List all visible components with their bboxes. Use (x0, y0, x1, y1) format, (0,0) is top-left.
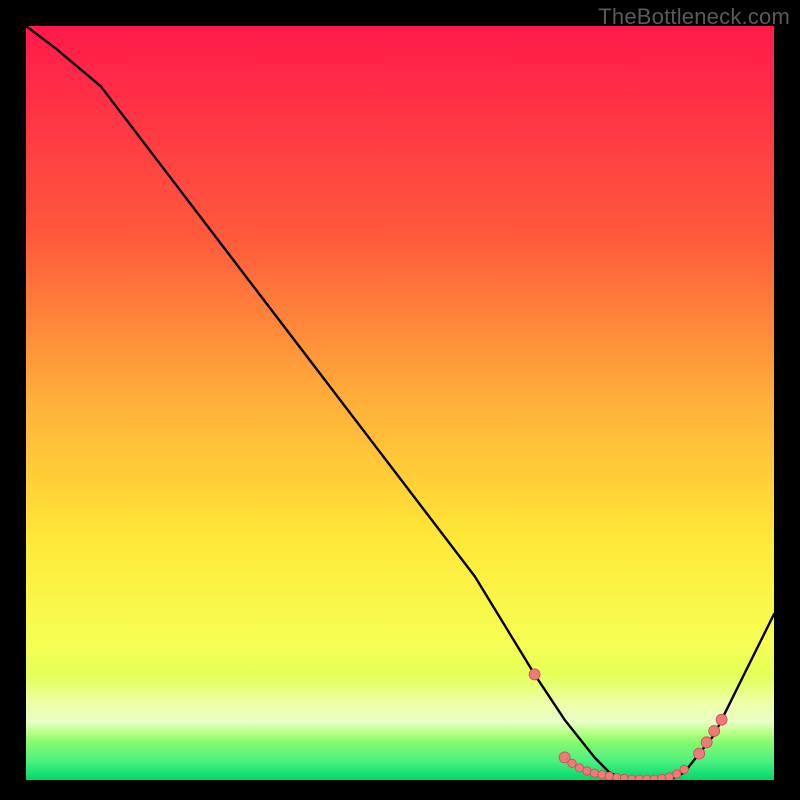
chart-frame: TheBottleneck.com (0, 0, 800, 800)
highlight-marker (650, 775, 658, 780)
highlight-marker (709, 726, 720, 737)
bottleneck-chart (26, 26, 774, 780)
highlight-marker (529, 669, 540, 680)
highlight-marker (716, 714, 727, 725)
highlight-marker (673, 770, 681, 778)
highlight-marker (701, 737, 712, 748)
highlight-marker (568, 759, 576, 767)
highlight-marker (694, 748, 705, 759)
highlight-marker (590, 769, 598, 777)
highlight-marker (680, 765, 688, 773)
highlight-marker (583, 767, 591, 775)
highlight-marker (598, 771, 606, 779)
highlight-marker (605, 772, 613, 780)
